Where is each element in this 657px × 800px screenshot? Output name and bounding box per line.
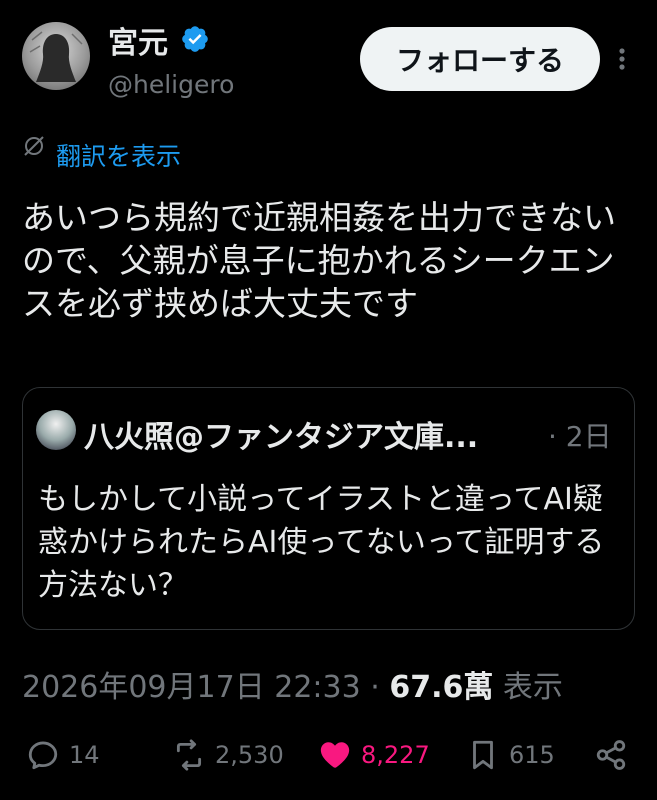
- bookmark-button[interactable]: 615: [466, 734, 555, 776]
- reply-button[interactable]: 14: [26, 734, 100, 776]
- retweet-icon: [176, 739, 202, 771]
- retweet-count: 2,530: [215, 741, 284, 769]
- tweet-text: あいつら規約で近親相姦を出力できないので、父親が息子に抱かれるシークエンスを必ず…: [22, 198, 616, 323]
- views-label: 表示: [502, 670, 563, 705]
- quote-author-name: 八火照@ファンタジア文庫...: [84, 420, 479, 455]
- translate-globe-icon: [24, 136, 44, 156]
- quote-timestamp: · 2日: [548, 420, 612, 453]
- like-button[interactable]: 8,227: [318, 734, 430, 776]
- avatar-image: [29, 31, 83, 82]
- verified-badge-icon: [182, 26, 208, 52]
- bookmark-count: 615: [509, 741, 555, 769]
- reply-icon: [28, 741, 58, 770]
- more-options-icon[interactable]: [612, 44, 632, 74]
- retweet-button[interactable]: 2,530: [172, 734, 284, 776]
- share-button[interactable]: [594, 734, 628, 776]
- meta-separator: ·: [370, 670, 380, 705]
- follow-button[interactable]: フォローする: [360, 27, 600, 91]
- reply-count: 14: [69, 741, 100, 769]
- tweet-meta: 2026年09月17日 22:33 · 67.6萬 表示: [22, 662, 563, 706]
- author-avatar[interactable]: [22, 22, 90, 90]
- view-count[interactable]: 67.6萬: [389, 670, 493, 705]
- bookmark-icon: [473, 740, 493, 770]
- show-translation-link[interactable]: 翻訳を表示: [56, 137, 181, 173]
- like-count: 8,227: [361, 741, 430, 769]
- author-handle[interactable]: @heligero: [108, 70, 234, 99]
- author-name[interactable]: 宮元: [108, 18, 168, 62]
- share-icon: [596, 740, 626, 770]
- tweet-timestamp[interactable]: 2026年09月17日 22:33: [22, 670, 361, 705]
- quote-text: もしかして小説ってイラストと違ってAI疑惑かけられたらAI使ってないって証明する…: [38, 482, 605, 603]
- quote-author-avatar: [36, 410, 76, 450]
- heart-icon: [320, 742, 350, 768]
